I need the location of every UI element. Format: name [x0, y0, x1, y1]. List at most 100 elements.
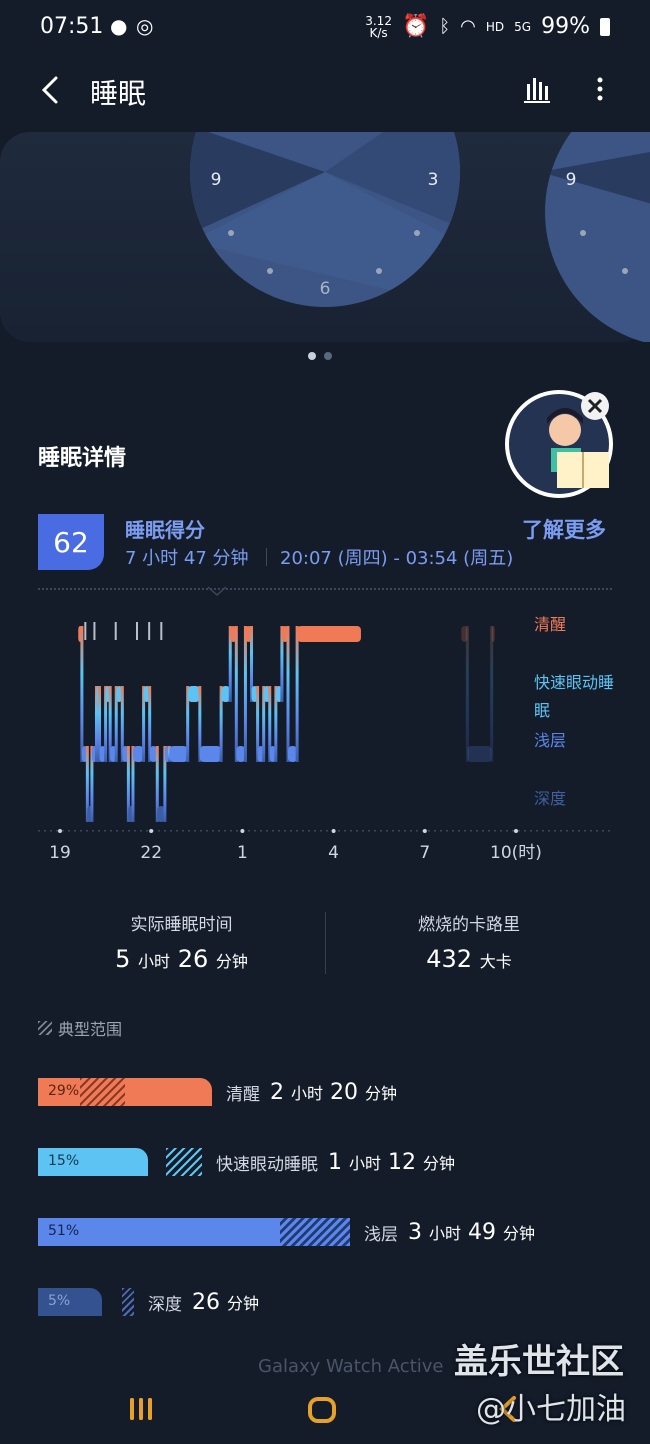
app-bar: 睡眠 [0, 60, 650, 124]
axis-dot [398, 830, 400, 832]
sleep-stage-chart[interactable]: 清醒快速眼动睡眠浅层深度 19 22 1 4 7 10(时) [36, 598, 616, 868]
axis-dot [290, 830, 292, 832]
calories-stat: 燃烧的卡路里 432 大卡 [326, 910, 612, 973]
axis-dot [440, 830, 442, 832]
wake-tick [84, 622, 87, 640]
stage-segment [467, 746, 492, 762]
axis-dot [512, 830, 514, 832]
net-speed: 3.12 K/s [365, 13, 392, 40]
device-source-text: Galaxy Watch Active [258, 1356, 444, 1377]
avatar-promo[interactable] [505, 388, 623, 506]
axis-dot [44, 830, 46, 832]
axis-dot [446, 830, 448, 832]
axis-dot [572, 830, 574, 832]
axis-dot [554, 830, 556, 832]
axis-dot [476, 830, 478, 832]
axis-dot [260, 830, 262, 832]
pointer-caret [207, 586, 227, 597]
axis-dot [584, 830, 586, 832]
stage-transition [80, 626, 84, 762]
stage-label: 浅层 [534, 731, 566, 750]
stage-bar: 15% [38, 1148, 148, 1176]
axis-dot [134, 830, 136, 832]
clock-label-9: 9 [211, 170, 222, 190]
x-tick-label: 4 [328, 843, 339, 863]
axis-dot [212, 830, 214, 832]
axis-dot [248, 830, 250, 832]
stage-label: 深度 [534, 789, 566, 808]
axis-dot [68, 830, 70, 832]
wake-tick [136, 622, 138, 640]
axis-dot [146, 830, 148, 832]
axis-dot [356, 830, 358, 832]
axis-dot [362, 830, 364, 832]
clock-label-3: 3 [428, 170, 439, 190]
learn-more-link[interactable]: 了解更多 [522, 514, 606, 544]
battery-icon [600, 17, 610, 36]
weibo-icon: ◎ [136, 14, 154, 38]
wifi-icon: ◠ [460, 16, 476, 37]
axis-dot [56, 830, 58, 832]
sleep-score-label: 睡眠得分 [125, 518, 205, 542]
axis-dot [284, 830, 286, 832]
axis-dot [464, 830, 466, 832]
breakdown-row-awake[interactable]: 29% 清醒 2 小时 20 分钟 [38, 1078, 397, 1106]
clock-peek-label-9: 9 [566, 170, 577, 190]
alarm-icon: ⏰ [401, 14, 430, 39]
axis-dot [296, 830, 298, 832]
watermark-handle: @小七加油 [476, 1392, 626, 1427]
back-icon[interactable] [36, 74, 68, 106]
home-icon[interactable] [306, 1394, 338, 1426]
more-options-icon[interactable] [590, 74, 610, 104]
bluetooth-icon: ᛒ [439, 16, 451, 37]
battery-level: 99% [541, 14, 590, 39]
axis-dot [434, 830, 436, 832]
breakdown-row-light[interactable]: 51% 浅层 3 小时 49 分钟 [38, 1218, 535, 1246]
breakdown-row-deep[interactable]: 5% 深度 26 分钟 [38, 1288, 259, 1316]
stage-bar: 29% [38, 1078, 212, 1106]
axis-dot [314, 830, 316, 832]
axis-dot [344, 830, 346, 832]
sleep-time-range: 20:07 (周四) - 03:54 (周五) [280, 548, 514, 569]
x-tick-mark [149, 829, 154, 833]
axis-dot [80, 830, 82, 832]
stage-segment [169, 746, 188, 762]
qq-icon: ● [110, 14, 128, 38]
calories-value: 432 大卡 [426, 945, 512, 973]
stage-bar: 51% [38, 1218, 280, 1246]
axis-dot [392, 830, 394, 832]
hatch-swatch-icon [38, 1021, 52, 1035]
pager-dot [308, 352, 316, 360]
calories-label: 燃烧的卡路里 [418, 915, 520, 935]
axis-dot [302, 830, 304, 832]
divider [266, 548, 267, 566]
axis-dot [500, 830, 502, 832]
axis-dot [452, 830, 454, 832]
chart-bars-icon[interactable] [522, 74, 552, 104]
axis-dot [326, 830, 328, 832]
actual-sleep-label: 实际睡眠时间 [130, 915, 233, 935]
wake-tick [160, 622, 163, 640]
axis-dot [416, 830, 418, 832]
stage-segment [491, 626, 495, 642]
axis-dot [428, 830, 430, 832]
axis-dot [188, 830, 190, 832]
axis-dot [98, 830, 100, 832]
stage-label: 快速眼动睡眠 [534, 673, 614, 720]
x-tick-label: 22 [140, 843, 162, 863]
x-tick-mark [514, 829, 518, 833]
x-tick-label: 1 [237, 843, 248, 863]
sleep-clock-carousel[interactable]: 9 3 6 9 [0, 132, 650, 342]
axis-dot [278, 830, 280, 832]
axis-dot [266, 830, 268, 832]
axis-dot [236, 830, 238, 832]
axis-dot [608, 830, 610, 832]
x-tick-label: 7 [419, 843, 430, 863]
axis-dot [104, 830, 106, 832]
axis-dot [338, 830, 340, 832]
typical-range-hatch [166, 1148, 202, 1176]
axis-dot [122, 830, 124, 832]
breakdown-row-rem[interactable]: 15% 快速眼动睡眠 1 小时 12 分钟 [38, 1148, 455, 1176]
sleep-duration: 7 小时 47 分钟 [125, 548, 249, 569]
recent-apps-icon[interactable] [126, 1394, 156, 1424]
